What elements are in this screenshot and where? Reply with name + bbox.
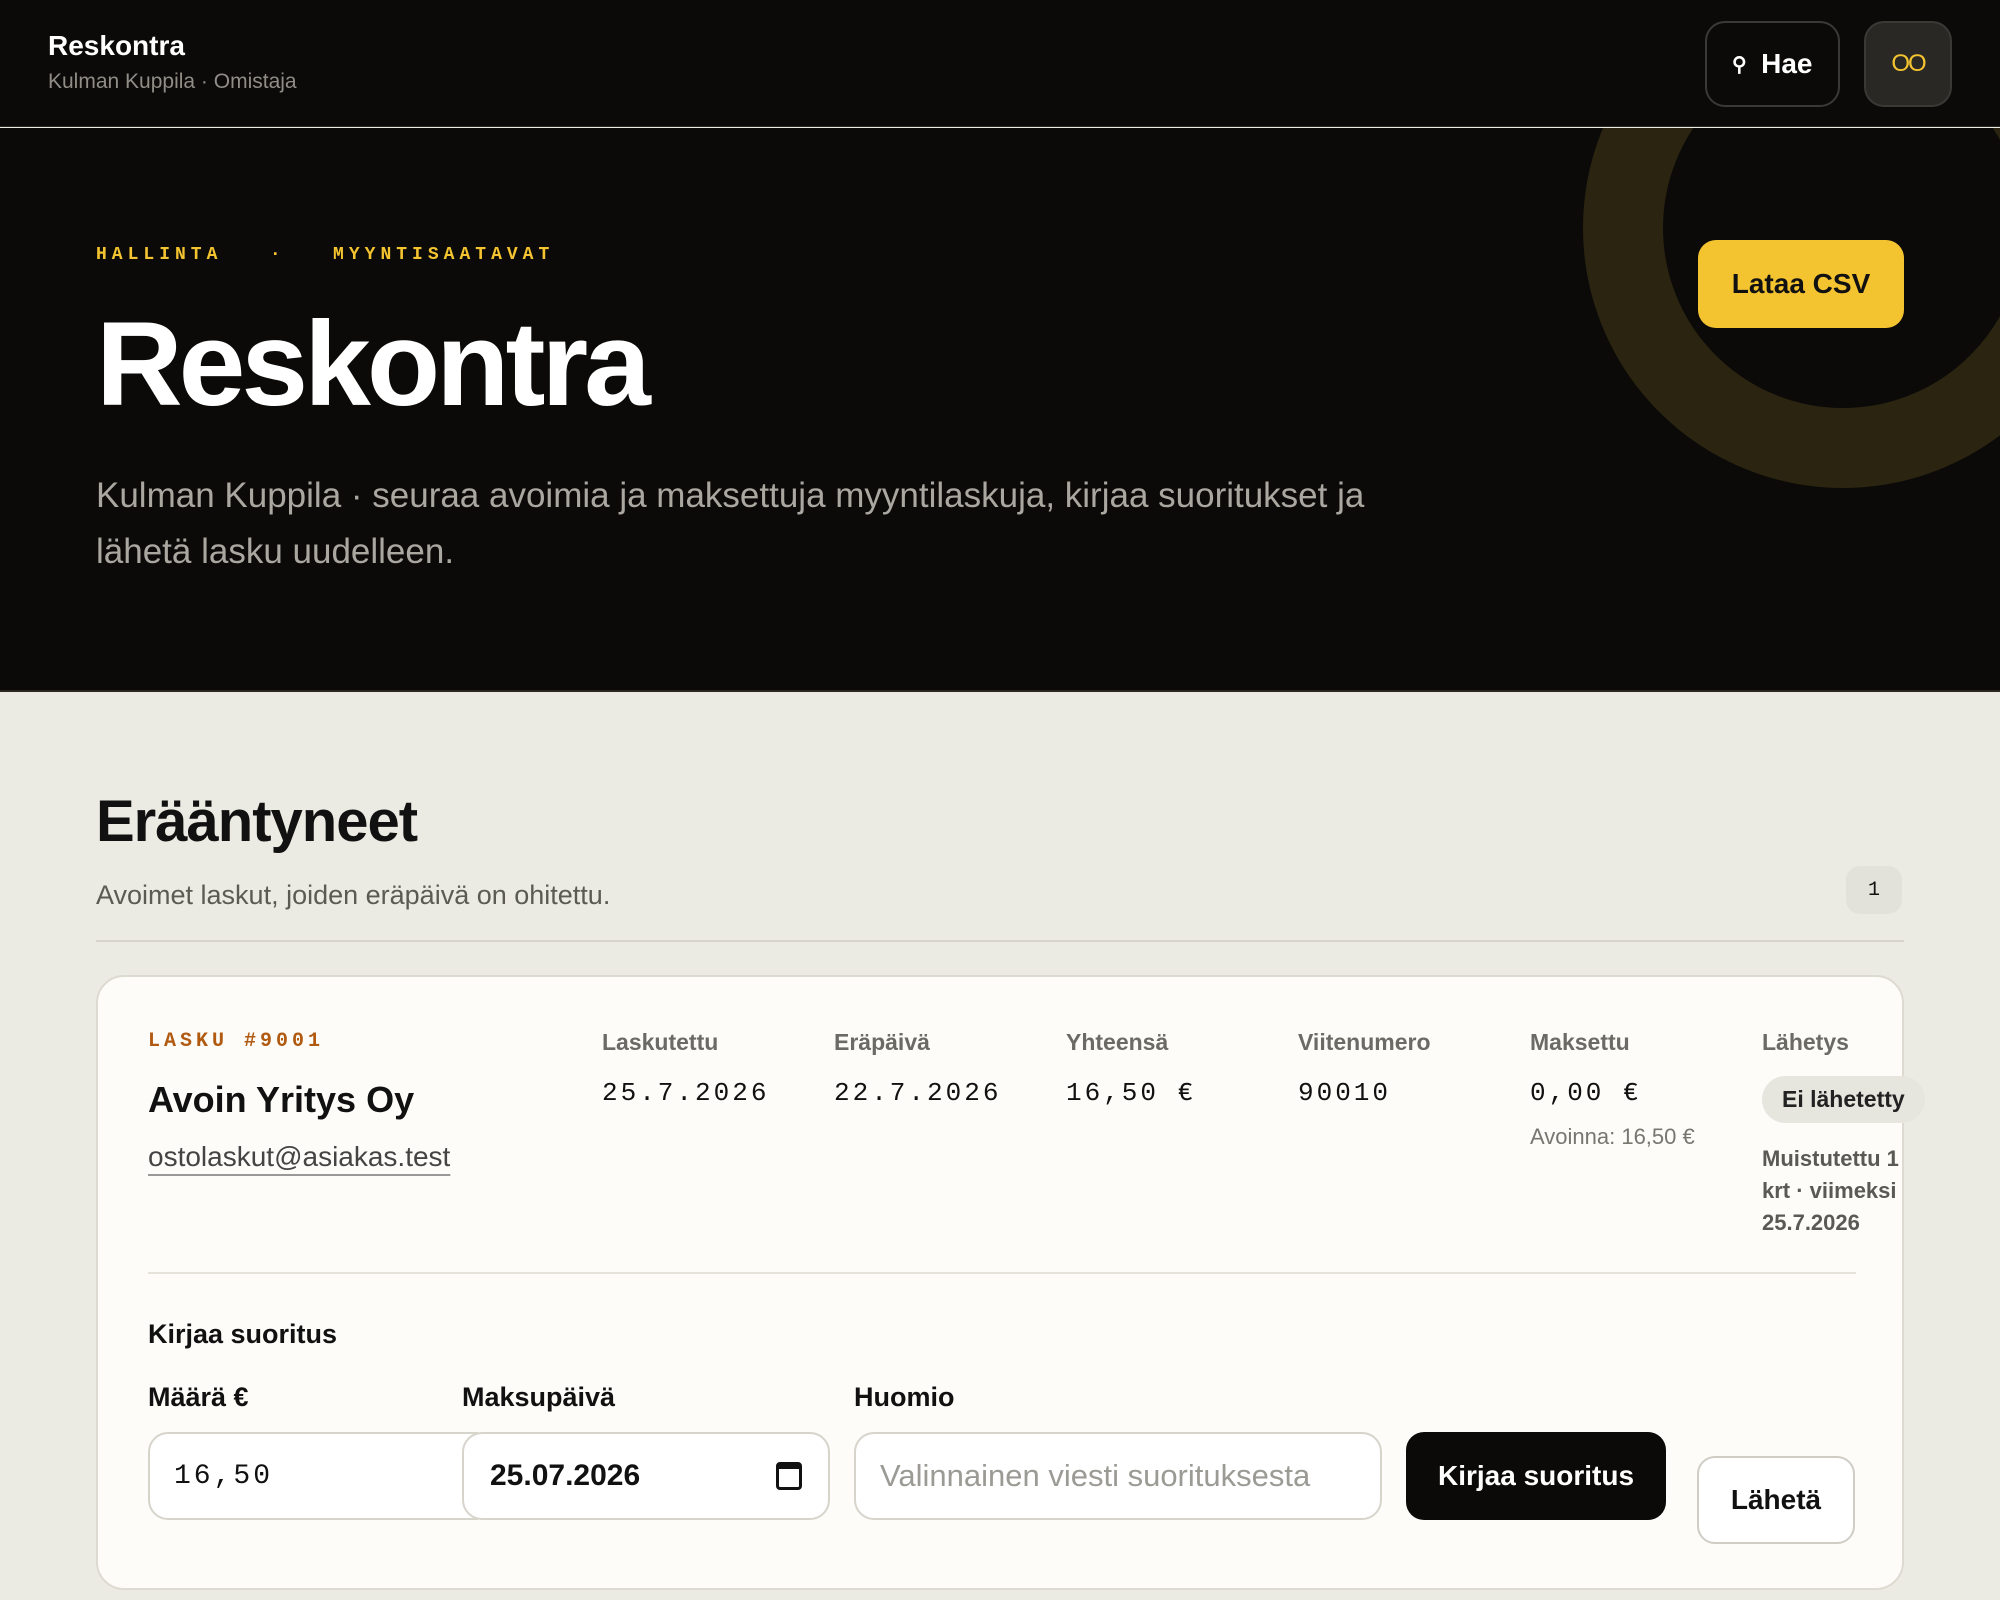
customer-email-link[interactable]: ostolaskut@asiakas.test [148, 1141, 450, 1173]
send-invoice-button[interactable]: Lähetä [1697, 1456, 1855, 1544]
reminder-note: Muistutettu 1 krt · viimeksi 25.7.2026 [1762, 1146, 1899, 1235]
invoiced-value: 25.7.2026 [602, 1078, 770, 1108]
section-divider [96, 940, 1904, 942]
invoice-card: LASKU #9001 Avoin Yritys Oy ostolaskut@a… [96, 975, 1925, 1590]
invoiced-label: Laskutettu [602, 1029, 719, 1055]
breadcrumb: HALLINTA · MYYNTISAATAVAT [96, 245, 554, 265]
paid-label: Maksettu [1530, 1029, 1630, 1055]
note-input[interactable] [854, 1432, 1382, 1520]
column-sending: Lähetys Ei lähetetty Muistutettu 1 krt ·… [1762, 1029, 1932, 1239]
payment-date-input[interactable]: 25.07.2026 [462, 1432, 830, 1520]
amount-label: Määrä € [148, 1382, 249, 1412]
reference-label: Viitenumero [1298, 1029, 1431, 1055]
column-reference: Viitenumero 90010 [1298, 1029, 1431, 1108]
hero-banner: HALLINTA · MYYNTISAATAVAT Reskontra Kulm… [0, 128, 2000, 692]
column-invoiced: Laskutettu 25.7.2026 [602, 1029, 769, 1108]
breadcrumb-item-hallinta: HALLINTA [96, 245, 223, 265]
search-icon: ⚲ [1732, 53, 1748, 76]
paid-value: 0,00 € [1530, 1078, 1642, 1108]
section-subtitle: Avoimet laskut, joiden eräpäivä on ohite… [96, 880, 611, 910]
calendar-icon[interactable] [776, 1462, 802, 1490]
invoice-number: LASKU #9001 [148, 1030, 325, 1053]
breadcrumb-separator: · [269, 245, 286, 265]
note-label: Huomio [854, 1382, 955, 1412]
amount-input[interactable] [148, 1432, 478, 1520]
app-subtitle: Kulman Kuppila · Omistaja [48, 70, 297, 93]
page-description: Kulman Kuppila · seuraa avoimia ja makse… [96, 476, 1365, 571]
payment-date-value: 25.07.2026 [490, 1459, 641, 1492]
customer-name: Avoin Yritys Oy [148, 1079, 415, 1120]
download-csv-button[interactable]: Lataa CSV [1698, 240, 1904, 328]
column-due-date: Eräpäivä 22.7.2026 [834, 1029, 1001, 1108]
total-label: Yhteensä [1066, 1029, 1169, 1055]
card-divider [148, 1272, 1856, 1274]
due-date-value: 22.7.2026 [834, 1078, 1002, 1108]
open-amount-note: Avoinna: 16,50 € [1530, 1124, 1695, 1149]
due-date-label: Eräpäivä [834, 1029, 930, 1055]
app-title: Reskontra [48, 30, 185, 61]
breadcrumb-item-myyntisaatavat: MYYNTISAATAVAT [333, 245, 555, 265]
total-value: 16,50 € [1066, 1078, 1197, 1108]
count-badge: 1 [1846, 866, 1902, 914]
search-button-label: Hae [1761, 48, 1813, 79]
page-title: Reskontra [96, 297, 651, 431]
search-button[interactable]: ⚲ Hae [1705, 21, 1840, 107]
payment-form-title: Kirjaa suoritus [148, 1319, 338, 1349]
section-title: Erääntyneet [96, 789, 418, 854]
sending-status-badge: Ei lähetetty [1762, 1076, 1925, 1123]
record-payment-button[interactable]: Kirjaa suoritus [1406, 1432, 1666, 1520]
user-avatar-button[interactable]: OO [1864, 21, 1952, 107]
column-paid: Maksettu 0,00 € Avoinna: 16,50 € [1530, 1029, 1695, 1150]
payment-date-label: Maksupäivä [462, 1382, 616, 1412]
sending-label: Lähetys [1762, 1029, 1849, 1055]
column-total: Yhteensä 16,50 € [1066, 1029, 1196, 1108]
top-bar: Reskontra Kulman Kuppila · Omistaja ⚲ Ha… [0, 0, 2000, 127]
reference-value: 90010 [1298, 1078, 1392, 1108]
